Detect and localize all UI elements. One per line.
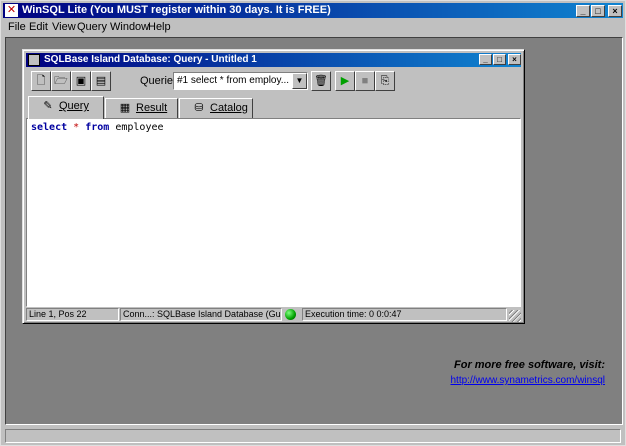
app-window: ✕ WinSQL Lite (You MUST register within … — [0, 0, 626, 446]
execution-time: Execution time: 0 0:0:47 — [302, 308, 507, 321]
execute-play-icon[interactable]: ▶ — [335, 71, 355, 91]
save-disk-icon[interactable]: ▣ — [71, 71, 91, 91]
tab-query[interactable]: ✎ Query — [28, 96, 104, 119]
status-led-icon — [285, 309, 296, 320]
app-statusbar — [3, 427, 623, 444]
resize-grip[interactable] — [509, 310, 521, 322]
sql-editor[interactable]: select * from employee — [26, 118, 521, 307]
sql-editor-text: select * from employee — [31, 122, 164, 133]
sql-operator: * — [73, 122, 80, 133]
cursor-position: Line 1, Pos 22 — [26, 308, 119, 321]
query-window-icon[interactable] — [28, 54, 40, 66]
minimize-button[interactable]: _ — [576, 5, 590, 17]
menu-help[interactable]: Help — [145, 20, 174, 34]
child-maximize-button[interactable]: □ — [493, 54, 506, 65]
app-title: WinSQL Lite (You MUST register within 30… — [22, 4, 331, 16]
sql-keyword: from — [85, 122, 110, 133]
tab-catalog[interactable]: ⛁ Catalog — [179, 98, 253, 118]
pencil-icon: ✎ — [43, 100, 53, 112]
promo-link[interactable]: http://www.synametrics.com/winsql — [451, 375, 606, 386]
connection-status: Conn...: SQLBase Island Database (Gupta … — [120, 308, 282, 321]
close-button[interactable]: × — [608, 5, 622, 17]
chevron-down-icon[interactable]: ▼ — [292, 73, 307, 89]
tab-result[interactable]: ▦ Result — [105, 98, 178, 118]
delete-trash-icon[interactable]: 🗑 — [311, 71, 331, 91]
app-icon[interactable]: ✕ — [5, 4, 18, 17]
maximize-button[interactable]: □ — [591, 5, 605, 17]
query-statusbar: Line 1, Pos 22 Conn...: SQLBase Island D… — [26, 307, 521, 322]
query-tabs: ✎ Query ▦ Result ⛁ Catalog — [26, 96, 521, 119]
sql-table-name: employee — [115, 122, 164, 133]
sql-keyword: select — [31, 122, 68, 133]
child-close-button[interactable]: × — [508, 54, 521, 65]
menu-edit[interactable]: Edit — [26, 20, 51, 34]
save-as-icon[interactable]: ▤ — [91, 71, 111, 91]
query-window-titlebar[interactable]: SQLBase Island Database: Query - Untitle… — [26, 53, 521, 67]
new-file-icon[interactable]: 🗋 — [31, 71, 51, 91]
app-titlebar[interactable]: ✕ WinSQL Lite (You MUST register within … — [3, 3, 623, 18]
query-window-title: SQLBase Island Database: Query - Untitle… — [44, 54, 257, 65]
result-icon: ▦ — [119, 102, 131, 114]
menubar: File Edit View Query Window Help — [3, 19, 623, 35]
catalog-icon: ⛁ — [194, 102, 204, 114]
copy-clipboard-icon[interactable]: ⎘ — [375, 71, 395, 91]
stop-icon[interactable]: ■ — [355, 71, 375, 91]
open-folder-icon[interactable]: 🗁 — [51, 71, 71, 91]
promo-text: For more free software, visit: — [454, 359, 605, 371]
menu-query[interactable]: Query — [74, 20, 110, 34]
query-toolbar: 🗋 🗁 ▣ ▤ Queries: #1 select * from employ… — [26, 69, 521, 95]
query-window: SQLBase Island Database: Query - Untitle… — [22, 49, 525, 324]
child-minimize-button[interactable]: _ — [479, 54, 492, 65]
queries-dropdown[interactable]: #1 select * from employ... ▼ — [173, 72, 308, 90]
queries-dropdown-value: #1 select * from employ... — [177, 75, 290, 86]
app-status-panel — [5, 429, 621, 443]
